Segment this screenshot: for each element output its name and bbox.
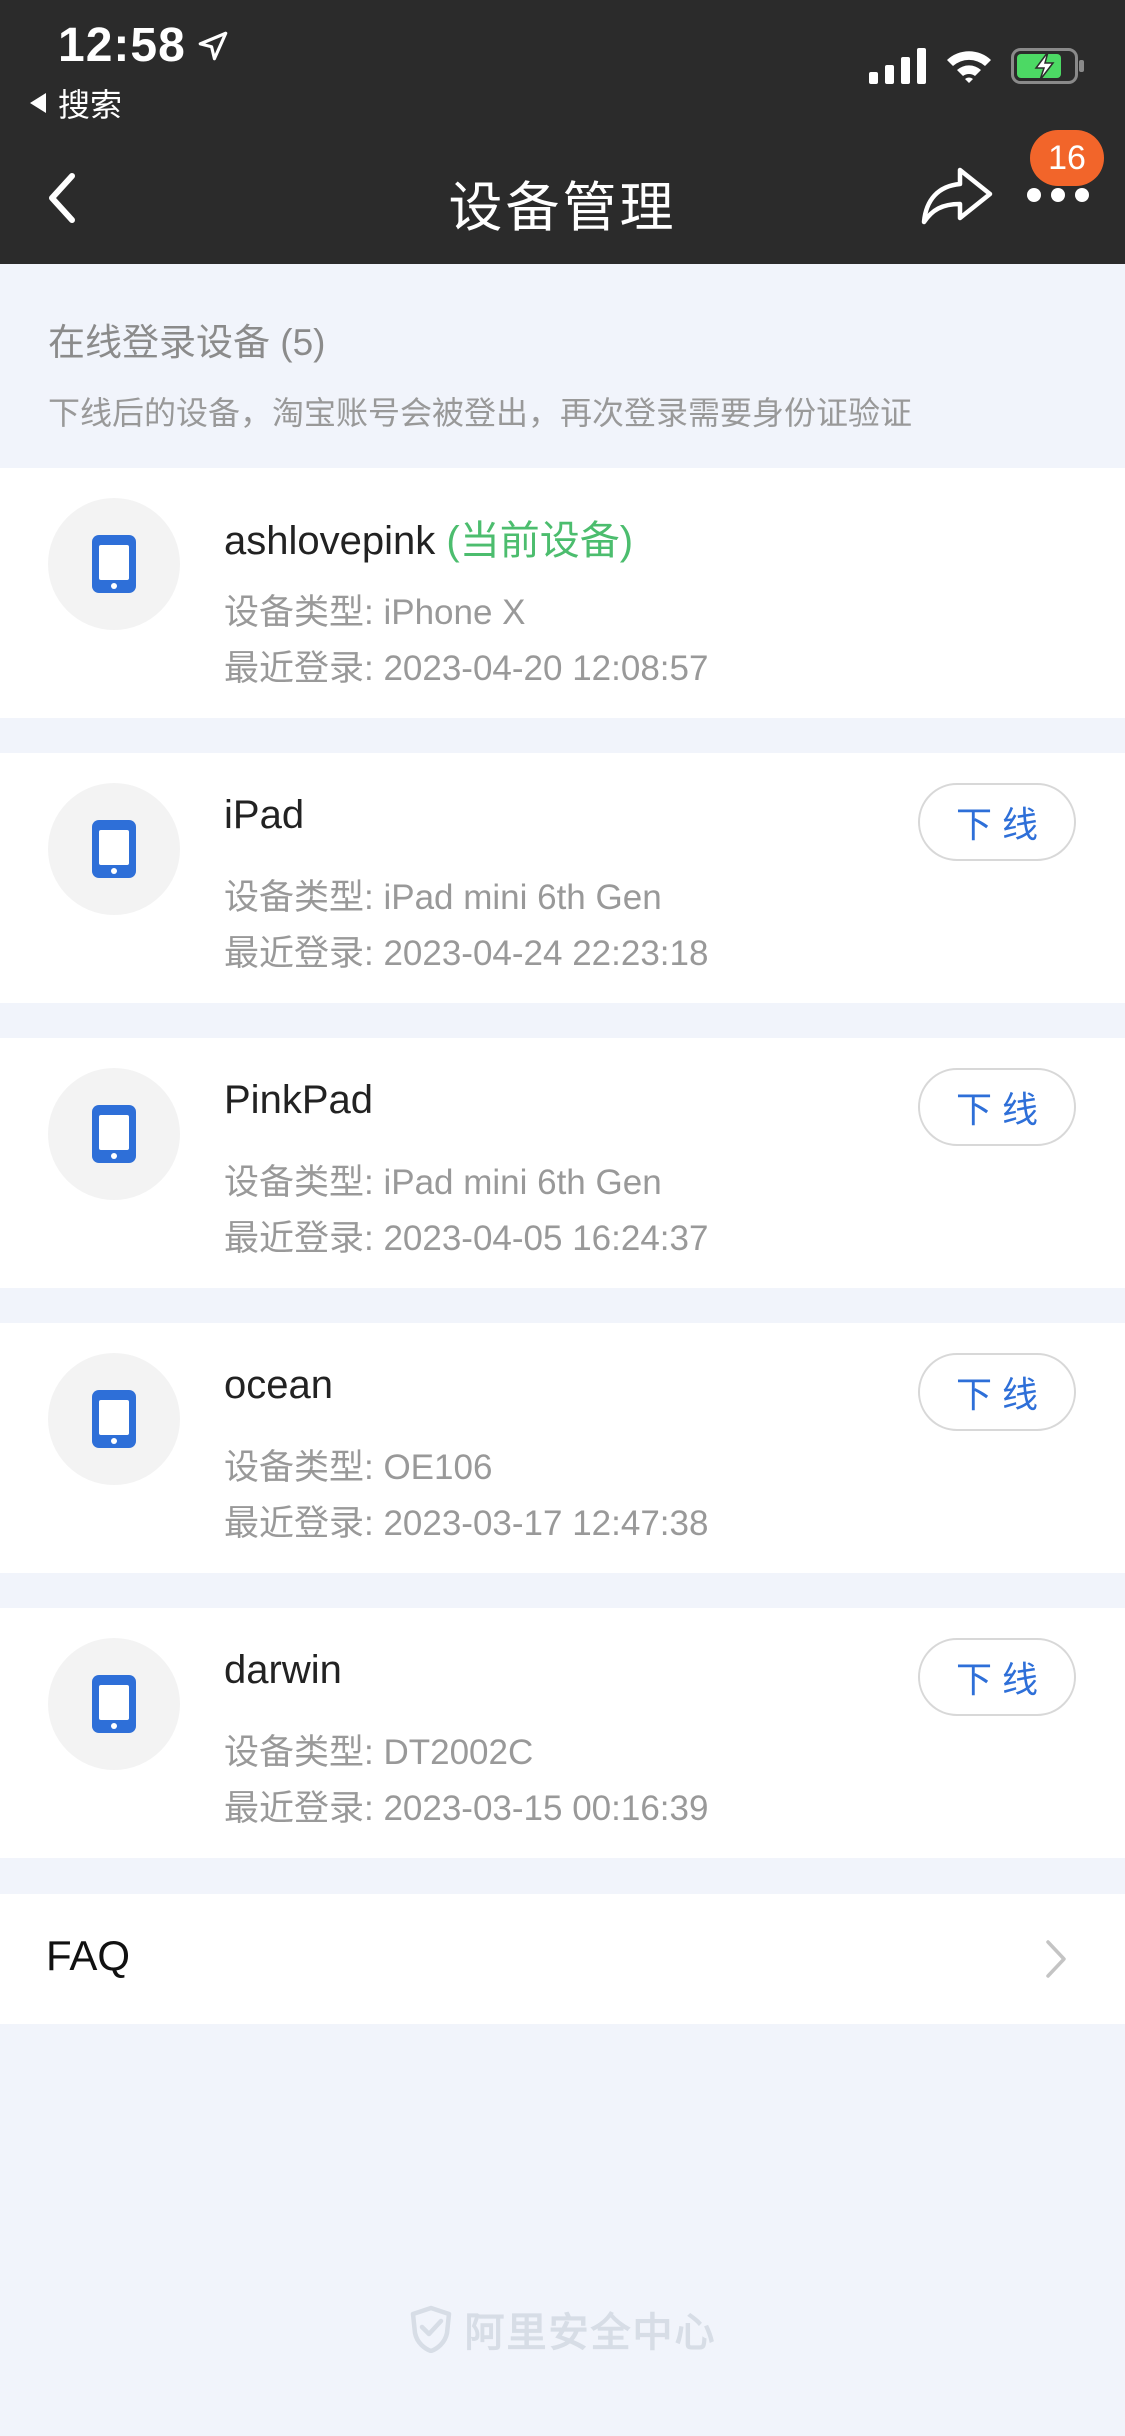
device-name: PinkPad	[224, 1078, 373, 1122]
section-header: 在线登录设备 (5) 下线后的设备，淘宝账号会被登出，再次登录需要身份证验证	[48, 312, 912, 434]
phone-icon	[92, 1105, 136, 1163]
share-icon[interactable]	[920, 164, 994, 228]
device-card: PinkPad 设备类型: iPad mini 6th Gen 最近登录: 20…	[0, 1038, 1125, 1288]
cellular-signal-icon	[869, 48, 926, 84]
device-name: ashlovepink (当前设备)	[224, 508, 633, 566]
faq-label: FAQ	[46, 1932, 131, 1979]
back-triangle-icon	[30, 93, 46, 113]
current-device-tag: (当前设备)	[446, 519, 634, 563]
device-avatar	[48, 783, 180, 915]
wifi-icon	[947, 51, 991, 83]
shield-icon	[410, 2305, 451, 2353]
device-card: darwin 设备类型: DT2002C 最近登录: 2023-03-15 00…	[0, 1608, 1125, 1858]
phone-icon	[92, 820, 136, 878]
device-last-login: 最近登录: 2023-03-17 12:47:38	[224, 1504, 709, 1543]
device-name-text: ashlovepink	[224, 519, 436, 563]
device-name: iPad	[224, 793, 305, 837]
notification-badge: 16	[1030, 130, 1104, 186]
device-type: 设备类型: iPhone X	[224, 593, 526, 632]
device-last-login: 最近登录: 2023-04-05 16:24:37	[224, 1219, 709, 1258]
status-time: 12:58	[58, 18, 230, 73]
phone-icon	[92, 1675, 136, 1733]
device-name: ocean	[224, 1363, 333, 1407]
battery-charging-icon	[1011, 48, 1084, 84]
offline-button[interactable]: 下线	[918, 1068, 1076, 1146]
offline-button[interactable]: 下线	[918, 1353, 1076, 1431]
back-to-app-link[interactable]: 搜索	[30, 80, 122, 126]
device-last-login: 最近登录: 2023-04-24 22:23:18	[224, 934, 709, 973]
device-type: 设备类型: iPad mini 6th Gen	[224, 878, 662, 917]
device-last-login: 最近登录: 2023-04-20 12:08:57	[224, 649, 709, 688]
section-note: 下线后的设备，淘宝账号会被登出，再次登录需要身份证验证	[48, 395, 913, 431]
device-name: darwin	[224, 1648, 342, 1692]
offline-button[interactable]: 下线	[918, 783, 1076, 861]
offline-button[interactable]: 下线	[918, 1638, 1076, 1716]
footer-brand: 阿里安全中心	[0, 2300, 1125, 2358]
top-bar: 12:58 搜索 设备管理 16	[0, 0, 1125, 264]
phone-icon	[92, 535, 136, 593]
device-avatar	[48, 1068, 180, 1200]
device-type: 设备类型: iPad mini 6th Gen	[224, 1163, 662, 1202]
device-avatar	[48, 498, 180, 630]
footer-brand-text: 阿里安全中心	[464, 2311, 717, 2355]
device-avatar	[48, 1638, 180, 1770]
more-dots-icon[interactable]	[1026, 186, 1090, 204]
device-card: iPad 设备类型: iPad mini 6th Gen 最近登录: 2023-…	[0, 753, 1125, 1003]
device-type: 设备类型: DT2002C	[224, 1733, 534, 1772]
back-app-label: 搜索	[58, 87, 123, 123]
location-arrow-icon	[198, 31, 228, 60]
device-card: ocean 设备类型: OE106 最近登录: 2023-03-17 12:47…	[0, 1323, 1125, 1573]
status-indicators	[869, 48, 1085, 84]
device-card: ashlovepink (当前设备) 设备类型: iPhone X 最近登录: …	[0, 468, 1125, 718]
chevron-right-icon	[1046, 1940, 1066, 1978]
device-type: 设备类型: OE106	[224, 1448, 493, 1487]
phone-icon	[92, 1390, 136, 1448]
device-last-login: 最近登录: 2023-03-15 00:16:39	[224, 1789, 709, 1828]
device-avatar	[48, 1353, 180, 1485]
faq-row[interactable]: FAQ	[0, 1894, 1125, 2024]
status-time-text: 12:58	[58, 19, 186, 72]
section-title: 在线登录设备 (5)	[48, 322, 326, 363]
